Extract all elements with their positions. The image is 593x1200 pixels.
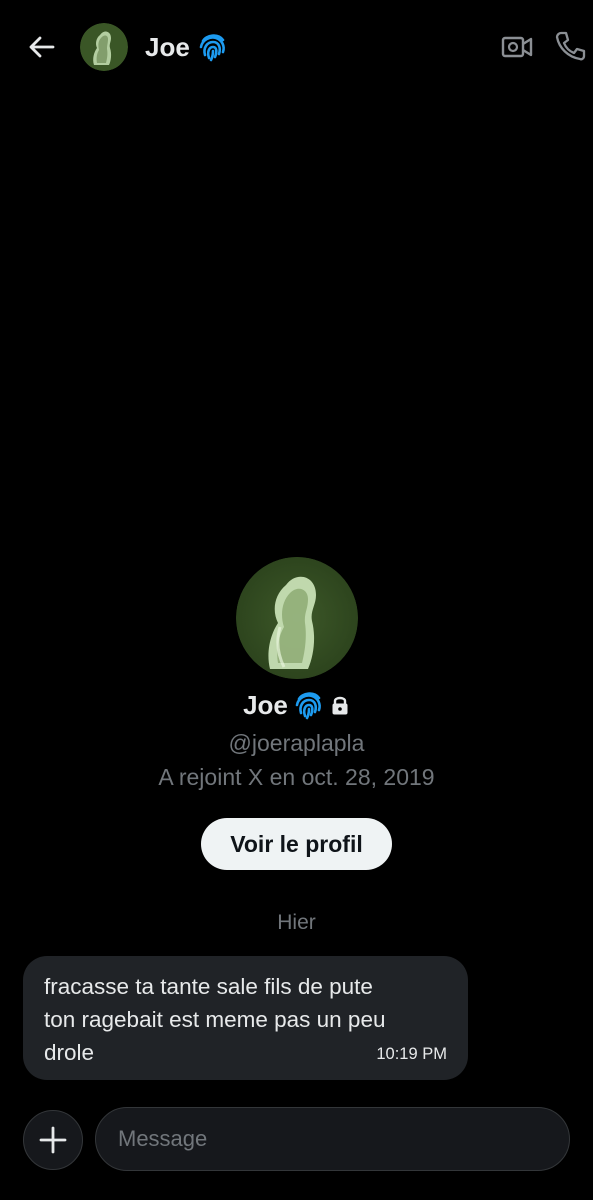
add-attachment-button[interactable] — [23, 1110, 83, 1170]
dm-conversation-screen: Joe Joe @joeraplapla A rejoint X en oct.… — [0, 0, 593, 1200]
profile-handle: @joeraplapla — [228, 730, 365, 756]
profile-name-row: Joe — [0, 688, 593, 726]
video-camera-icon — [501, 36, 533, 58]
profile-name: Joe — [243, 689, 288, 720]
phone-icon — [555, 31, 586, 61]
plus-icon — [39, 1126, 67, 1154]
joined-date: A rejoint X en oct. 28, 2019 — [158, 764, 435, 790]
arrow-left-icon — [29, 36, 55, 58]
message-input[interactable] — [95, 1107, 570, 1171]
voice-call-button[interactable] — [553, 29, 587, 63]
conversation-header: Joe — [0, 0, 593, 96]
lock-icon — [332, 696, 348, 715]
day-separator: Hier — [277, 911, 316, 934]
header-name[interactable]: Joe — [145, 30, 190, 64]
header-avatar[interactable] — [80, 23, 128, 71]
fingerprint-icon — [295, 692, 321, 720]
profile-avatar[interactable] — [236, 557, 358, 679]
fingerprint-icon — [196, 30, 230, 64]
video-call-button[interactable] — [500, 31, 534, 63]
view-profile-button[interactable]: Voir le profil — [201, 818, 392, 870]
message-timestamp: 10:19 PM — [376, 1045, 447, 1063]
back-button[interactable] — [24, 30, 58, 64]
avatar-image — [80, 23, 128, 71]
received-message[interactable]: fracasse ta tante sale fils de pute ton … — [23, 956, 468, 1080]
avatar-image — [236, 557, 358, 679]
